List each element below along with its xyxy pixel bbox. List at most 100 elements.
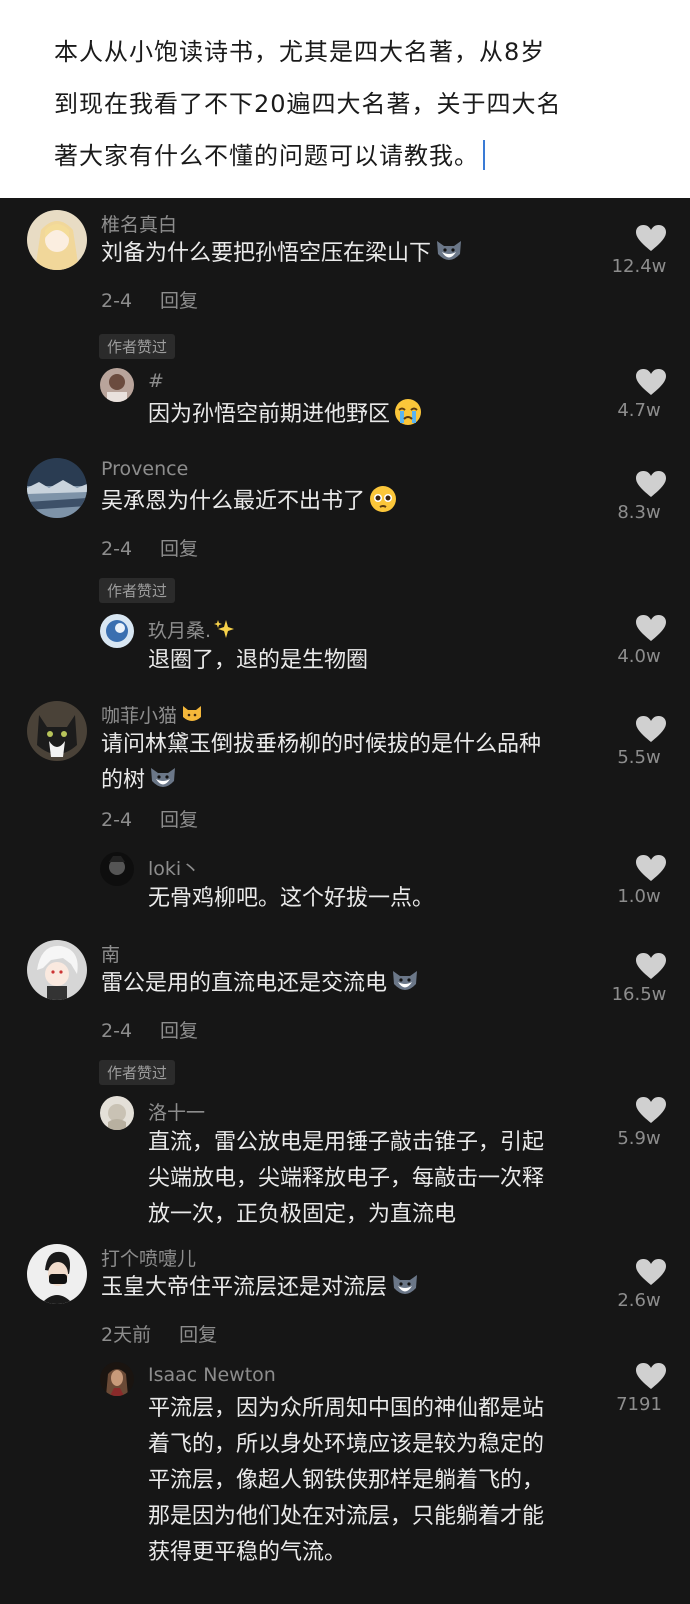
comment-text: 雷公是用的直流电还是交流电 xyxy=(101,966,420,1002)
cat-face-icon xyxy=(183,706,202,721)
comment-meta: 2-4 回复 xyxy=(101,1016,198,1043)
comment-line: 那是因为他们处在对流层，只能躺着才能 xyxy=(148,1504,545,1529)
comment-meta: 2-4 回复 xyxy=(101,534,198,561)
avatar[interactable] xyxy=(27,210,87,270)
heart-icon xyxy=(636,471,666,497)
like-count: 4.7w xyxy=(617,400,661,421)
avatar[interactable] xyxy=(100,1096,134,1130)
post-header: 本人从小饱读诗书，尤其是四大名著，从8岁 到现在我看了不下20遍四大名著，关于四… xyxy=(0,0,690,198)
comment-list: 椎名真白 刘备为什么要把孙悟空压在梁山下 2-4 回复 作者赞过 12.4w # … xyxy=(0,198,690,1604)
comment-line: 放一次，正负极固定，为直流电 xyxy=(148,1202,457,1227)
heart-icon xyxy=(636,369,666,395)
heart-icon xyxy=(636,953,666,979)
comment-text: 退圈了，退的是生物圈 xyxy=(148,643,368,679)
avatar[interactable] xyxy=(27,1244,87,1304)
like-button[interactable]: 1.0w xyxy=(616,854,686,907)
reply-button[interactable]: 回复 xyxy=(160,290,198,312)
like-button[interactable]: 8.3w xyxy=(616,470,686,523)
username[interactable]: Provence xyxy=(101,458,188,480)
username[interactable]: 咖菲小猫 xyxy=(101,701,203,728)
like-button[interactable]: 5.9w xyxy=(616,1096,686,1149)
author-liked-badge: 作者赞过 xyxy=(99,578,176,603)
comment-date: 2天前 xyxy=(101,1324,152,1346)
like-button[interactable]: 2.6w xyxy=(616,1258,686,1311)
avatar[interactable] xyxy=(27,701,87,761)
pleading-emoji-icon xyxy=(368,484,398,514)
comment-text: 请问林黛玉倒拔垂杨柳的时候拔的是什么品种 的树 xyxy=(101,727,541,799)
heart-icon xyxy=(636,615,666,641)
post-line-last: 著大家有什么不懂的问题可以请教我。 xyxy=(54,130,644,182)
reply-button[interactable]: 回复 xyxy=(160,809,198,831)
username[interactable]: 椎名真白 xyxy=(101,210,177,237)
text-caret xyxy=(483,140,485,170)
comment-meta: 2-4 回复 xyxy=(101,286,198,313)
post-line: 到现在我看了不下20遍四大名著，关于四大名 xyxy=(54,90,562,118)
comment-line: 平流层，因为众所周知中国的神仙都是站 xyxy=(148,1396,545,1421)
username[interactable]: 洛十一 xyxy=(148,1098,205,1125)
heart-icon xyxy=(636,1363,666,1389)
comment-text: 平流层，因为众所周知中国的神仙都是站 着飞的，所以身处环境应该是较为稳定的 平流… xyxy=(148,1391,544,1571)
reply-button[interactable]: 回复 xyxy=(179,1324,217,1346)
like-count: 8.3w xyxy=(617,502,661,523)
like-button[interactable]: 4.0w xyxy=(616,614,686,667)
comment-text: 无骨鸡柳吧。这个好拔一点。 xyxy=(148,881,434,917)
like-button[interactable]: 7191 xyxy=(616,1362,686,1415)
avatar[interactable] xyxy=(100,368,134,402)
heart-icon xyxy=(636,855,666,881)
avatar[interactable] xyxy=(100,852,134,886)
comment-date: 2-4 xyxy=(101,1020,133,1042)
post-line: 本人从小饱读诗书，尤其是四大名著，从8岁 xyxy=(54,38,546,66)
like-count: 5.9w xyxy=(617,1128,661,1149)
username[interactable]: 打个喷嚏儿 xyxy=(101,1244,196,1271)
like-count: 16.5w xyxy=(611,984,667,1005)
like-button[interactable]: 4.7w xyxy=(616,368,686,421)
username[interactable]: 玖月桑. xyxy=(148,616,235,643)
sparkles-icon xyxy=(214,620,235,638)
avatar[interactable] xyxy=(100,614,134,648)
username[interactable]: 南 xyxy=(101,940,120,967)
comment-line: 退圈了，退的是生物圈 xyxy=(148,648,369,673)
comment-line: 平流层，像超人钢铁侠那样是躺着飞的， xyxy=(148,1468,545,1493)
comment-text: 刘备为什么要把孙悟空压在梁山下 xyxy=(101,236,464,272)
wolf-emoji-icon xyxy=(390,966,420,996)
comment-text: 玉皇大帝住平流层还是对流层 xyxy=(101,1270,420,1306)
comment-line: 无骨鸡柳吧。这个好拔一点。 xyxy=(148,886,435,911)
avatar[interactable] xyxy=(27,458,87,518)
username[interactable]: loki丶 xyxy=(148,854,200,881)
wolf-emoji-icon xyxy=(390,1270,420,1300)
heart-icon xyxy=(636,1259,666,1285)
like-count: 4.0w xyxy=(617,646,661,667)
like-button[interactable]: 5.5w xyxy=(616,715,686,768)
username-text: 玖月桑. xyxy=(148,620,212,642)
like-count: 12.4w xyxy=(611,256,667,277)
comment-line: 因为孙悟空前期进他野区 xyxy=(148,402,391,427)
like-button[interactable]: 16.5w xyxy=(612,952,686,1005)
comment-line: 请问林黛玉倒拔垂杨柳的时候拔的是什么品种 xyxy=(101,732,542,757)
comment-meta: 2-4 回复 xyxy=(101,805,198,832)
like-count: 5.5w xyxy=(617,747,661,768)
comment-date: 2-4 xyxy=(101,538,133,560)
comment-line: 玉皇大帝住平流层还是对流层 xyxy=(101,1275,388,1300)
reply-button[interactable]: 回复 xyxy=(160,538,198,560)
comment-line: 的树 xyxy=(101,768,146,793)
avatar[interactable] xyxy=(100,1362,134,1396)
comment-line: 雷公是用的直流电还是交流电 xyxy=(101,971,388,996)
comment-text: 吴承恩为什么最近不出书了 xyxy=(101,484,398,520)
comment-date: 2-4 xyxy=(101,290,133,312)
post-line-text: 著大家有什么不懂的问题可以请教我。 xyxy=(54,142,479,170)
heart-icon xyxy=(636,1097,666,1123)
wolf-emoji-icon xyxy=(148,763,178,793)
comment-line: 着飞的，所以身处环境应该是较为稳定的 xyxy=(148,1432,545,1457)
comment-line: 吴承恩为什么最近不出书了 xyxy=(101,489,366,514)
like-button[interactable]: 12.4w xyxy=(612,224,686,277)
reply-button[interactable]: 回复 xyxy=(160,1020,198,1042)
post-text: 本人从小饱读诗书，尤其是四大名著，从8岁 到现在我看了不下20遍四大名著，关于四… xyxy=(54,26,644,182)
username[interactable]: Isaac Newton xyxy=(148,1364,276,1386)
heart-icon xyxy=(636,716,666,742)
username[interactable]: # xyxy=(148,370,164,392)
comment-meta: 2天前 回复 xyxy=(101,1320,217,1347)
wolf-emoji-icon xyxy=(434,236,464,266)
avatar[interactable] xyxy=(27,940,87,1000)
comment-line: 刘备为什么要把孙悟空压在梁山下 xyxy=(101,241,432,266)
comment-date: 2-4 xyxy=(101,809,133,831)
